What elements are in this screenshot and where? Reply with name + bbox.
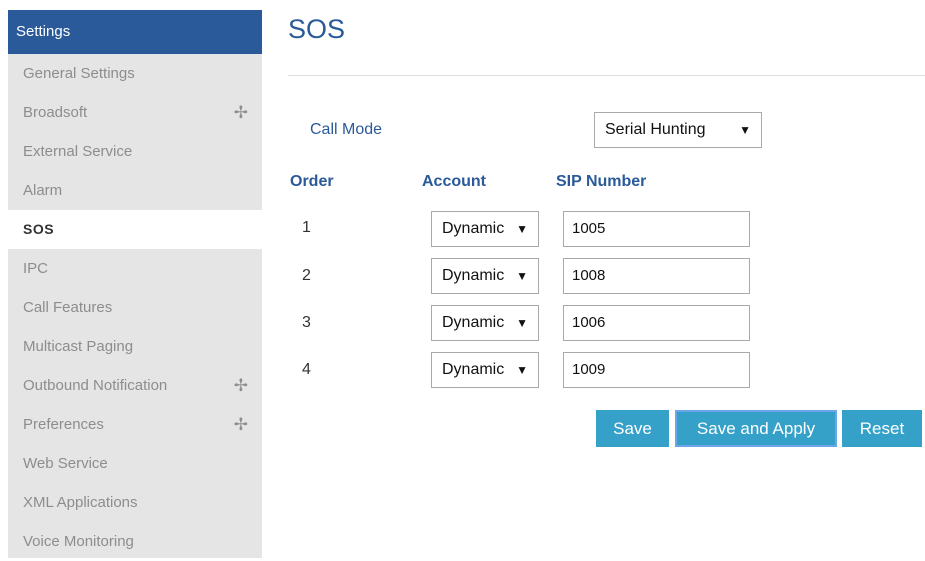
order-column-header: Order xyxy=(290,173,334,190)
sip-number-column-header: SIP Number xyxy=(556,173,647,190)
plus-icon[interactable]: ✢ xyxy=(234,93,248,132)
sidebar-item-label: General Settings xyxy=(23,65,135,82)
sip-number-input[interactable]: 1009 xyxy=(563,352,750,388)
sidebar-header: Settings xyxy=(8,10,262,54)
sidebar-item-label: Preferences xyxy=(23,416,104,433)
sidebar-item-label: Call Features xyxy=(23,299,113,316)
account-value: Dynamic xyxy=(442,314,505,331)
sidebar-item-alarm[interactable]: Alarm xyxy=(8,171,262,210)
sidebar-item-voice-monitoring[interactable]: Voice Monitoring xyxy=(8,522,262,561)
sidebar-item-preferences[interactable]: Preferences ✢ xyxy=(8,405,262,444)
dropdown-arrow-icon: ▼ xyxy=(516,316,528,330)
call-mode-value: Serial Hunting xyxy=(605,121,706,138)
sidebar: Settings General Settings Broadsoft ✢ Ex… xyxy=(8,10,262,558)
order-number: 4 xyxy=(302,361,311,378)
dropdown-arrow-icon: ▼ xyxy=(516,269,528,283)
divider xyxy=(288,75,925,76)
call-mode-select[interactable]: Serial Hunting ▼ xyxy=(594,112,762,148)
sidebar-item-external-service[interactable]: External Service xyxy=(8,132,262,171)
sidebar-item-label: XML Applications xyxy=(23,494,138,511)
sidebar-item-label: Voice Monitoring xyxy=(23,533,134,550)
plus-icon[interactable]: ✢ xyxy=(234,405,248,444)
account-select[interactable]: Dynamic ▼ xyxy=(431,211,539,247)
sidebar-item-label: SOS xyxy=(23,221,55,237)
reset-button[interactable]: Reset xyxy=(842,410,922,447)
call-mode-label: Call Mode xyxy=(310,121,383,138)
sidebar-item-xml-applications[interactable]: XML Applications xyxy=(8,483,262,522)
sidebar-item-label: External Service xyxy=(23,143,133,160)
save-button[interactable]: Save xyxy=(596,410,669,447)
save-and-apply-button[interactable]: Save and Apply xyxy=(675,410,837,447)
plus-icon[interactable]: ✢ xyxy=(234,366,248,405)
sidebar-item-label: Broadsoft xyxy=(23,104,88,121)
order-number: 2 xyxy=(302,267,311,284)
dropdown-arrow-icon: ▼ xyxy=(516,222,528,236)
account-value: Dynamic xyxy=(442,220,505,237)
account-select[interactable]: Dynamic ▼ xyxy=(431,258,539,294)
order-number: 3 xyxy=(302,314,311,331)
sidebar-item-label: Outbound Notification xyxy=(23,377,168,394)
page-title: SOS xyxy=(288,14,346,44)
account-select[interactable]: Dynamic ▼ xyxy=(431,352,539,388)
sidebar-item-ipc[interactable]: IPC xyxy=(8,249,262,288)
sidebar-item-label: Web Service xyxy=(23,455,108,472)
sidebar-item-label: Alarm xyxy=(23,182,63,199)
sidebar-item-outbound-notification[interactable]: Outbound Notification ✢ xyxy=(8,366,262,405)
sidebar-item-label: Multicast Paging xyxy=(23,338,134,355)
sip-number-input[interactable]: 1008 xyxy=(563,258,750,294)
sidebar-item-broadsoft[interactable]: Broadsoft ✢ xyxy=(8,93,262,132)
sidebar-item-multicast-paging[interactable]: Multicast Paging xyxy=(8,327,262,366)
sip-number-input[interactable]: 1005 xyxy=(563,211,750,247)
account-select[interactable]: Dynamic ▼ xyxy=(431,305,539,341)
order-number: 1 xyxy=(302,219,311,236)
dropdown-arrow-icon: ▼ xyxy=(739,123,751,137)
dropdown-arrow-icon: ▼ xyxy=(516,363,528,377)
sidebar-item-sos[interactable]: SOS xyxy=(8,210,262,249)
sidebar-item-label: IPC xyxy=(23,260,49,277)
sidebar-item-web-service[interactable]: Web Service xyxy=(8,444,262,483)
sip-number-input[interactable]: 1006 xyxy=(563,305,750,341)
account-value: Dynamic xyxy=(442,267,505,284)
sidebar-item-general-settings[interactable]: General Settings xyxy=(8,54,262,93)
account-value: Dynamic xyxy=(442,361,505,378)
account-column-header: Account xyxy=(422,173,486,190)
sidebar-item-call-features[interactable]: Call Features xyxy=(8,288,262,327)
